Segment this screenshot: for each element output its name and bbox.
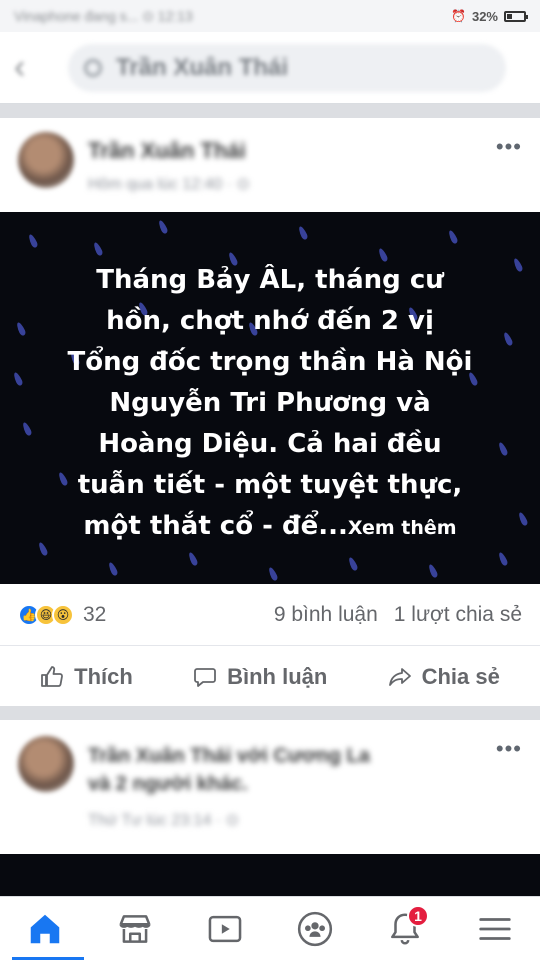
hamburger-menu-icon [479,917,511,940]
tagged-people[interactable]: và 2 người khác. [88,770,370,798]
nav-menu[interactable] [465,899,525,959]
raindrop-decoration [157,219,169,235]
battery-fill [507,13,512,19]
post-header: Trần Xuân Thái với Cương La và 2 người k… [0,720,540,846]
alarm-icon: ⏰ [451,9,466,23]
comment-button[interactable]: Bình luận [193,664,327,690]
more-options-icon[interactable]: ••• [496,134,522,160]
like-label: Thích [74,663,133,689]
marketplace-icon [119,914,151,943]
post-text-line: tuẫn tiết - một tuyệt thực, [77,470,463,500]
author-block: Trần Xuân Thái với Cương La và 2 người k… [88,742,370,830]
status-indicators: ⏰ 32% [451,8,528,24]
post-timestamp[interactable]: Thứ Tư lúc 23:14 · ⊙ [88,810,370,830]
raindrop-decoration [107,561,119,577]
back-arrow-icon[interactable]: ‹ [14,48,54,87]
phone-screen: Vinaphone đang s... ⊙ 12:13 ⏰ 32% ‹ Trần… [0,0,540,960]
post-timestamp[interactable]: Hôm qua lúc 12:40 · ⊙ [88,174,250,194]
post-card: Trần Xuân Thái với Cương La và 2 người k… [0,720,540,896]
more-options-icon[interactable]: ••• [496,736,522,762]
post-text-line: hồn, chợt nhớ đến 2 vị [106,306,434,336]
post-card: Trần Xuân Thái Hôm qua lúc 12:40 · ⊙ •••… [0,118,540,706]
home-icon [30,914,60,943]
reaction-icons[interactable]: 👍 😆 😮 [18,603,74,626]
reaction-count[interactable]: 32 [83,603,106,627]
post-text-last-line: một thắt cổ - để...Xem thêm [0,506,540,549]
share-label: Chia sẻ [421,663,500,689]
search-header: ‹ Trần Xuân Thái [0,32,540,104]
post-text-line: Hoàng Diệu. Cả hai đều [98,429,442,459]
nav-marketplace[interactable] [105,899,165,959]
post-text-line: Tháng Bảy ÂL, tháng cư [96,265,444,295]
post-text: Tháng Bảy ÂL, tháng cư hồn, chợt nhớ đến… [0,260,540,549]
raindrop-decoration [297,225,309,241]
post-actions: Thích Bình luận Chia sẻ [0,647,540,706]
like-button[interactable]: Thích [40,664,133,690]
nav-home[interactable] [15,899,75,959]
notification-badge: 1 [407,904,429,927]
share-icon [388,667,411,686]
raindrop-decoration [427,563,439,579]
carrier-and-clock: Vinaphone đang s... ⊙ 12:13 [14,7,193,24]
comment-count[interactable]: 9 bình luận [274,603,378,627]
post-image[interactable] [0,854,540,896]
post-text-line: Tổng đốc trọng thần Hà Nội [67,347,473,377]
search-input[interactable]: Trần Xuân Thái [68,43,506,92]
search-icon [84,58,102,77]
status-bar: Vinaphone đang s... ⊙ 12:13 ⏰ 32% [0,0,540,32]
post-stats: 9 bình luận 1 lượt chia sẻ [274,603,522,627]
author-name[interactable]: Trần Xuân Thái với Cương La [88,742,370,770]
post-image[interactable]: Tháng Bảy ÂL, tháng cư hồn, chợt nhớ đến… [0,212,540,584]
battery-percent: 32% [471,8,498,24]
watch-video-icon [208,915,242,942]
author-name[interactable]: Trần Xuân Thái [88,138,250,164]
reactions-row: 👍 😆 😮 32 9 bình luận 1 lượt chia sẻ [0,584,540,646]
author-avatar[interactable] [18,132,74,188]
author-avatar[interactable] [18,736,74,792]
raindrop-decoration [27,233,39,249]
post-header: Trần Xuân Thái Hôm qua lúc 12:40 · ⊙ ••• [0,118,540,212]
share-count[interactable]: 1 lượt chia sẻ [394,603,522,627]
raindrop-decoration [267,566,279,582]
raindrop-decoration [497,551,509,567]
raindrop-decoration [92,241,104,257]
nav-notifications[interactable]: 1 [375,899,435,959]
author-block: Trần Xuân Thái Hôm qua lúc 12:40 · ⊙ [88,138,250,194]
groups-icon [297,911,333,946]
raindrop-decoration [347,556,359,572]
wow-reaction-icon: 😮 [52,603,74,626]
post-text-line: Nguyễn Tri Phương và [109,388,431,418]
nav-watch[interactable] [195,899,255,959]
comment-icon [194,667,216,687]
share-button[interactable]: Chia sẻ [388,664,500,690]
see-more-link[interactable]: Xem thêm [348,517,457,539]
raindrop-decoration [447,229,459,245]
bottom-navigation: 1 [0,896,540,960]
battery-icon [504,10,528,22]
thumbs-up-icon [41,665,64,687]
nav-groups[interactable] [285,899,345,959]
post-text-line: một thắt cổ - để... [83,511,348,541]
comment-label: Bình luận [227,663,328,689]
search-query: Trần Xuân Thái [116,53,289,81]
raindrop-decoration [187,551,199,567]
